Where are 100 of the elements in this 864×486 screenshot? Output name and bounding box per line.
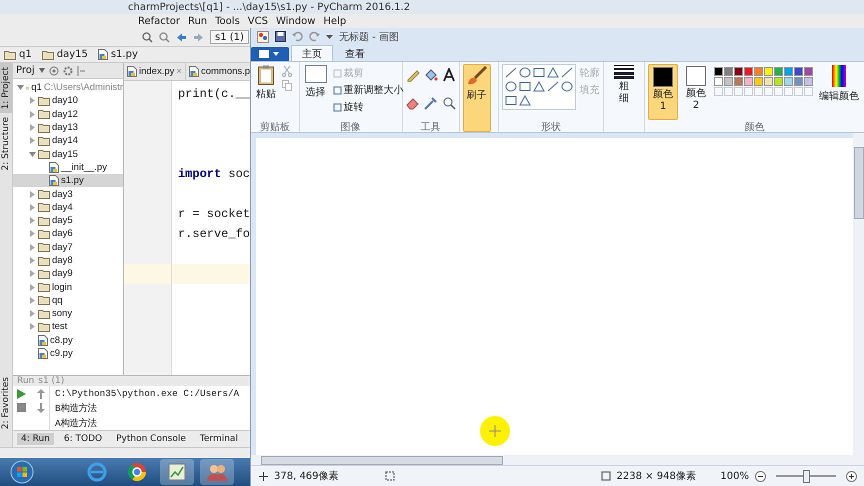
breadcrumb[interactable]: q1 (4, 49, 38, 60)
menu-item[interactable]: VCS (248, 16, 268, 26)
tree-item[interactable]: q1 C:\Users\Administr (13, 81, 123, 94)
palette-color[interactable] (804, 67, 813, 76)
palette-color[interactable] (724, 77, 733, 86)
shape-icon[interactable] (546, 67, 559, 78)
run-config-dropdown[interactable]: s1 (1) (210, 30, 249, 44)
expand-arrow-icon[interactable] (28, 137, 36, 144)
color-1-button[interactable]: 颜色 1 (648, 64, 678, 120)
tree-item[interactable]: day15 (13, 147, 123, 161)
expand-arrow-icon[interactable] (28, 230, 36, 238)
target-icon[interactable] (48, 66, 59, 76)
expand-arrow-icon[interactable] (28, 284, 36, 291)
collapse-icon[interactable] (76, 66, 85, 76)
palette-color[interactable] (794, 67, 803, 76)
expand-arrow-icon[interactable] (28, 296, 36, 304)
shape-icon[interactable] (518, 67, 531, 78)
image-tool-button[interactable]: 重新调整大小 (332, 83, 404, 97)
fill-bucket-icon[interactable] (424, 68, 438, 82)
tree-item[interactable]: day3 (13, 187, 123, 201)
tool-window-tab[interactable]: 4: Run (17, 433, 54, 445)
magnifier-icon[interactable] (442, 96, 456, 110)
menu-item[interactable]: Run (188, 16, 208, 26)
up-arrow-icon[interactable] (37, 389, 45, 399)
dropdown-caret-icon[interactable] (326, 34, 333, 40)
replace-icon[interactable] (159, 32, 170, 42)
scissors-icon[interactable] (282, 66, 292, 77)
settings-icon[interactable] (62, 66, 73, 76)
contacts-taskbar-button[interactable] (200, 459, 234, 485)
menu-item[interactable]: Tools (215, 16, 240, 26)
tree-item[interactable]: sony (13, 307, 123, 320)
start-orb-icon[interactable] (10, 460, 34, 484)
menu-item[interactable]: Refactor (138, 16, 180, 26)
tree-item[interactable]: day4 (13, 200, 123, 214)
palette-color[interactable] (794, 77, 803, 86)
palette-color[interactable] (714, 77, 723, 86)
expand-arrow-icon[interactable] (28, 244, 36, 251)
tree-item[interactable]: c9.py (13, 346, 123, 360)
tool-window-tab[interactable]: 6: TODO (60, 433, 106, 445)
zoom-icon[interactable] (142, 32, 153, 42)
image-tool-button[interactable]: 旋转 (332, 100, 404, 114)
tree-item[interactable]: c8.py (13, 334, 123, 347)
letter-a-icon[interactable] (442, 68, 456, 82)
brush-button[interactable]: 刷子 (462, 64, 491, 132)
tree-item[interactable]: s1.py (13, 174, 123, 188)
horizontal-scrollbar[interactable] (251, 455, 864, 465)
shape-icon[interactable] (532, 67, 545, 78)
paste-button[interactable]: 粘贴 (254, 64, 278, 120)
menu-item[interactable]: Window (276, 16, 316, 26)
palette-color[interactable] (784, 77, 793, 86)
vertical-scrollbar[interactable] (853, 133, 864, 455)
shape-icon[interactable] (518, 95, 531, 106)
side-tool-tab[interactable]: 2: Favorites (0, 359, 12, 447)
file-menu-button[interactable] (251, 47, 289, 61)
expand-arrow-icon[interactable] (28, 97, 36, 104)
project-view-dropdown[interactable]: Proj (16, 65, 35, 76)
expand-arrow-icon[interactable] (28, 110, 36, 118)
palette-color[interactable] (724, 67, 733, 76)
tree-item[interactable]: __init__.py (13, 160, 123, 174)
palette-color[interactable] (714, 67, 723, 76)
undo-icon[interactable] (292, 31, 303, 42)
shape-icon[interactable] (560, 67, 573, 78)
palette-color[interactable] (774, 67, 783, 76)
expand-arrow-icon[interactable] (28, 204, 36, 211)
palette-color[interactable] (764, 77, 773, 86)
zoom-out-icon[interactable] (755, 470, 766, 482)
zoom-slider-thumb[interactable] (803, 470, 810, 482)
shape-icon[interactable] (504, 95, 517, 106)
ribbon-tab[interactable]: 查看 (335, 46, 375, 61)
down-arrow-icon[interactable] (37, 403, 45, 413)
redo-icon[interactable] (309, 31, 320, 42)
palette-color[interactable] (754, 77, 763, 86)
tool-window-tab[interactable]: Python Console (112, 433, 190, 445)
tree-item[interactable]: qq (13, 294, 123, 308)
expand-arrow-icon[interactable] (28, 190, 36, 198)
palette-color[interactable] (774, 77, 783, 86)
expand-arrow-icon[interactable] (28, 150, 36, 158)
select-button[interactable]: 选择 (302, 64, 329, 120)
palette-color[interactable] (744, 77, 753, 86)
tree-item[interactable]: day10 (13, 94, 123, 108)
expand-arrow-icon[interactable] (28, 323, 36, 330)
dropdown-caret-icon[interactable] (38, 68, 45, 73)
tree-item[interactable]: day6 (13, 227, 123, 241)
shape-icon[interactable] (546, 81, 559, 92)
expand-arrow-icon[interactable] (28, 310, 36, 318)
tree-item[interactable]: day12 (13, 108, 123, 121)
back-arrow-icon[interactable] (176, 32, 187, 42)
palette-color[interactable] (734, 77, 743, 86)
eraser-icon[interactable] (406, 96, 420, 110)
palette-color[interactable] (764, 67, 773, 76)
tree-item[interactable]: day7 (13, 240, 123, 254)
size-button[interactable]: 粗细 (612, 64, 636, 105)
tool-window-tab[interactable]: Terminal (196, 433, 242, 445)
color-2-button[interactable]: 颜色 2 (682, 64, 710, 120)
palette-color[interactable] (744, 67, 753, 76)
expand-arrow-icon[interactable] (28, 257, 36, 264)
side-tool-tab[interactable]: 1: Project (0, 63, 12, 114)
ribbon-tab[interactable]: 主页 (291, 45, 333, 61)
paint-taskbar-button[interactable] (160, 459, 194, 485)
tree-item[interactable]: test (13, 320, 123, 334)
